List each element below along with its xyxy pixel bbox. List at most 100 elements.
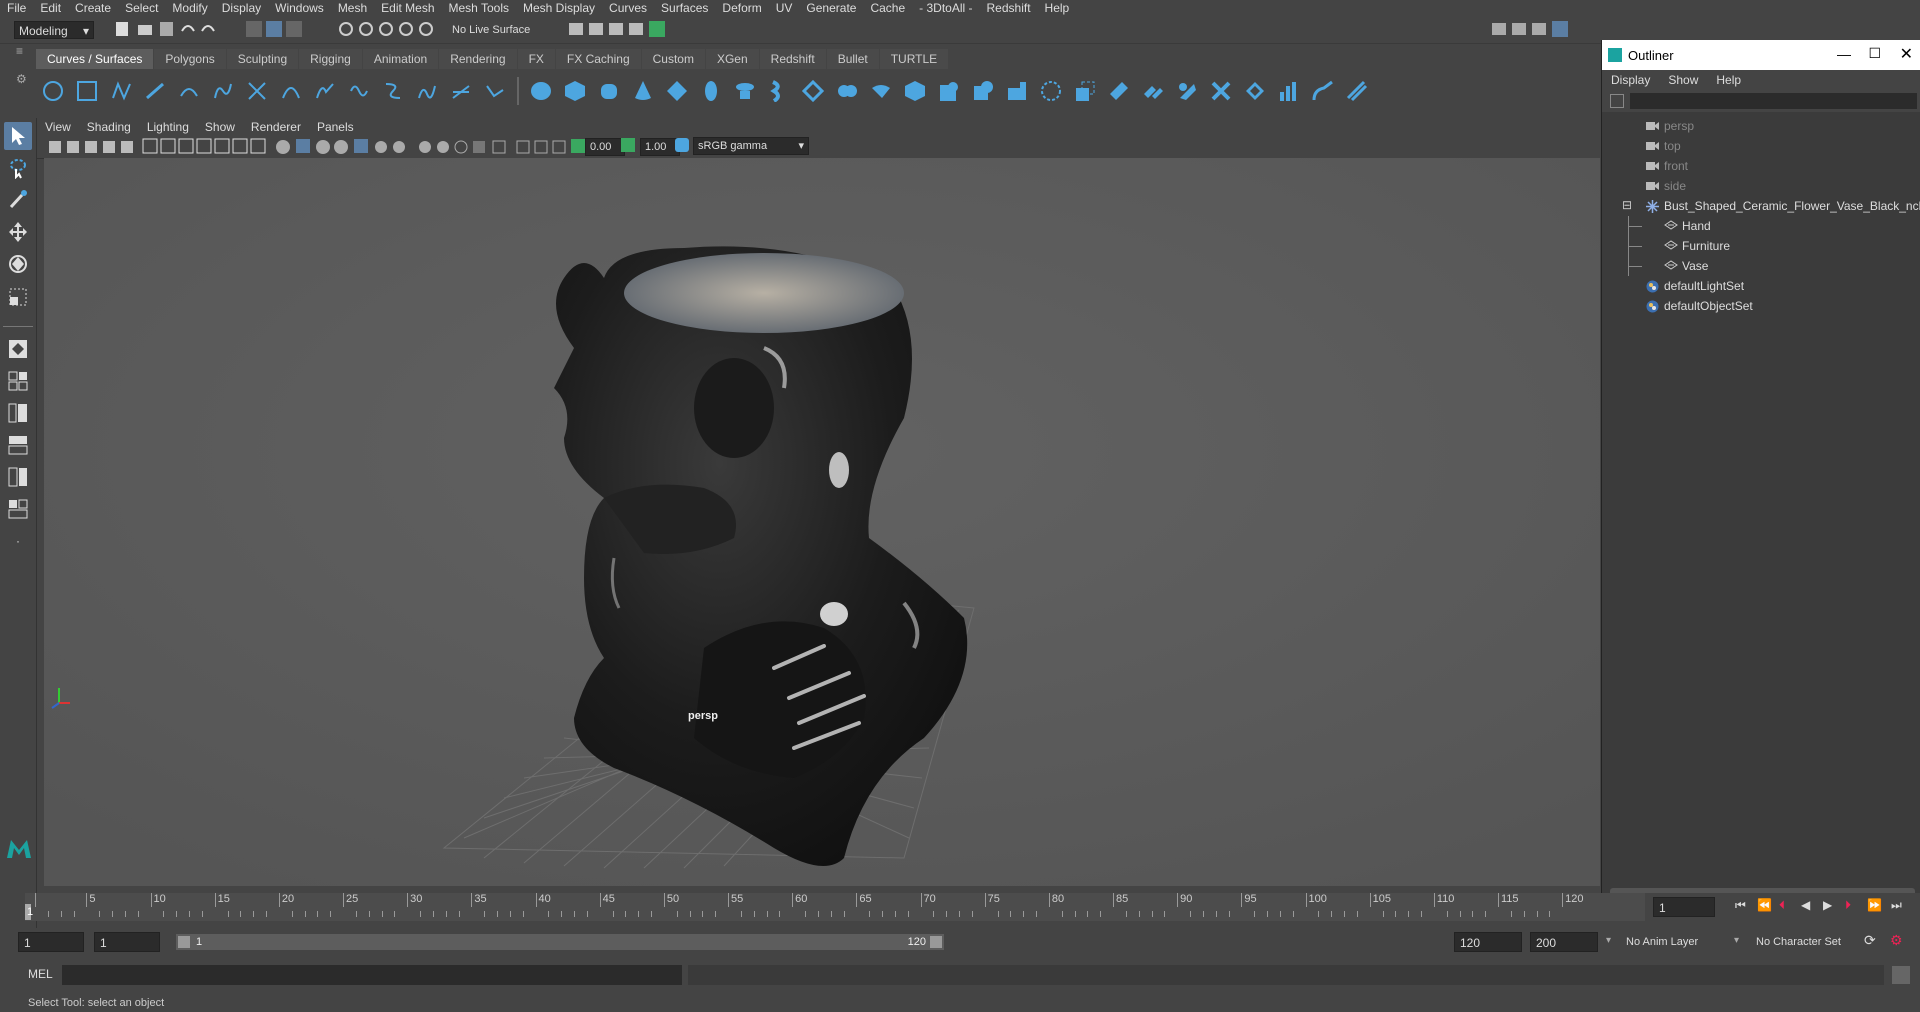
- shelf-tab-sculpting[interactable]: Sculpting: [226, 49, 299, 69]
- play-forwards-icon[interactable]: ▶: [1823, 898, 1832, 912]
- outliner-item[interactable]: ⊟ Bust_Shaped_Ceramic_Flower_Vase_Black_n…: [1602, 196, 1920, 216]
- nurbs-circle-icon[interactable]: [41, 79, 65, 103]
- insert-knot-icon[interactable]: [347, 79, 371, 103]
- outliner-search-input[interactable]: [1630, 93, 1917, 109]
- menu-3dtoall[interactable]: - 3DtoAll -: [912, 0, 979, 17]
- bevel-plus-icon[interactable]: [903, 79, 927, 103]
- menu-modify[interactable]: Modify: [165, 0, 214, 17]
- menu-curves[interactable]: Curves: [602, 0, 654, 17]
- workspace-dropdown[interactable]: Modeling ▾: [14, 21, 94, 39]
- shelf-tab-rigging[interactable]: Rigging: [299, 49, 362, 69]
- filter-icon[interactable]: [1610, 94, 1624, 108]
- scale-tool-icon[interactable]: [4, 282, 32, 310]
- range-end-handle[interactable]: [930, 936, 942, 948]
- square-surface-icon[interactable]: [971, 79, 995, 103]
- attach-surfaces-icon[interactable]: [1141, 79, 1165, 103]
- panel-menu-show[interactable]: Show: [197, 120, 243, 134]
- menu-generate[interactable]: Generate: [799, 0, 863, 17]
- go-to-start-icon[interactable]: ⏮: [1735, 898, 1746, 913]
- time-slider[interactable]: 5 10 15 20 25 30 35 40 45 50 55 60 65 70 75 80 85 90 95 100…: [25, 893, 1645, 921]
- outliner-item[interactable]: Vase: [1602, 256, 1920, 276]
- perspective-viewport[interactable]: persp: [44, 158, 1600, 886]
- menu-mesh-tools[interactable]: Mesh Tools: [442, 0, 516, 17]
- project-curve-icon[interactable]: [1039, 79, 1063, 103]
- intersect-icon[interactable]: [1005, 79, 1029, 103]
- shelf-tab-xgen[interactable]: XGen: [705, 49, 759, 69]
- current-frame-field[interactable]: 1: [1653, 897, 1715, 917]
- chevron-down-icon[interactable]: ▾: [1606, 935, 1611, 946]
- outliner-menu-show[interactable]: Show: [1659, 73, 1707, 87]
- outliner-item[interactable]: Furniture: [1602, 236, 1920, 256]
- menu-create[interactable]: Create: [68, 0, 118, 17]
- script-type-label[interactable]: MEL: [28, 967, 53, 981]
- outliner-menu-help[interactable]: Help: [1707, 73, 1750, 87]
- outliner-item[interactable]: persp: [1602, 116, 1920, 136]
- exposure-field[interactable]: 0.00: [585, 138, 625, 156]
- go-to-end-icon[interactable]: ⏭: [1891, 898, 1902, 913]
- outliner-item[interactable]: defaultObjectSet: [1602, 296, 1920, 316]
- boundary-icon[interactable]: [937, 79, 961, 103]
- step-forward-frame-icon[interactable]: ⏵: [1845, 898, 1851, 913]
- cv-curve-icon[interactable]: [109, 79, 133, 103]
- open-close-icon[interactable]: [1209, 79, 1233, 103]
- gamma-field[interactable]: 1.00: [640, 138, 680, 156]
- script-editor-icon[interactable]: [1892, 966, 1910, 984]
- pencil-curve-icon[interactable]: [177, 79, 201, 103]
- outliner-item[interactable]: side: [1602, 176, 1920, 196]
- shelf-tab-rendering[interactable]: Rendering: [439, 49, 517, 69]
- range-slider[interactable]: 1 120: [176, 934, 944, 950]
- outliner-item[interactable]: top: [1602, 136, 1920, 156]
- shelf-settings-icon[interactable]: ⚙: [16, 72, 28, 86]
- shelf-menu-icon[interactable]: ≡: [16, 44, 28, 58]
- paint-select-icon[interactable]: [4, 186, 32, 214]
- file-icons[interactable]: [112, 19, 222, 39]
- nurbs-plane-icon[interactable]: [665, 79, 689, 103]
- detach-curves-icon[interactable]: [313, 79, 337, 103]
- hypershade-layout-icon[interactable]: [4, 463, 32, 491]
- nurbs-cylinder-icon[interactable]: [597, 79, 621, 103]
- play-backwards-icon[interactable]: ◀: [1801, 898, 1810, 912]
- menu-surfaces[interactable]: Surfaces: [654, 0, 715, 17]
- color-management-icon[interactable]: [675, 138, 689, 152]
- attach-curves-icon[interactable]: [279, 79, 303, 103]
- minimize-icon[interactable]: —: [1837, 46, 1851, 62]
- menu-select[interactable]: Select: [118, 0, 165, 17]
- chevron-down-icon[interactable]: ▾: [1734, 935, 1739, 946]
- nurbs-cube-icon[interactable]: [563, 79, 587, 103]
- extend-curve-icon[interactable]: [381, 79, 405, 103]
- menu-uv[interactable]: UV: [769, 0, 800, 17]
- nurbs-sphere-icon[interactable]: [529, 79, 553, 103]
- shelf-tab-bullet[interactable]: Bullet: [826, 49, 879, 69]
- menu-mesh-display[interactable]: Mesh Display: [516, 0, 602, 17]
- close-icon[interactable]: ✕: [1900, 44, 1913, 64]
- live-surface-label[interactable]: No Live Surface: [452, 21, 532, 39]
- nurbs-cone-icon[interactable]: [631, 79, 655, 103]
- shelf-tab-custom[interactable]: Custom: [641, 49, 705, 69]
- toolbox-more-icon[interactable]: ·: [4, 527, 32, 555]
- persp-graph-layout-icon[interactable]: [4, 431, 32, 459]
- move-tool-icon[interactable]: [4, 218, 32, 246]
- playback-start-field[interactable]: 1: [94, 932, 160, 952]
- menu-display[interactable]: Display: [215, 0, 268, 17]
- shelf-tab-animation[interactable]: Animation: [362, 49, 439, 69]
- insert-isoparm-icon[interactable]: [1277, 79, 1301, 103]
- extend-surface-icon[interactable]: [1311, 79, 1335, 103]
- menu-mesh[interactable]: Mesh: [331, 0, 374, 17]
- gamma-toggle-icon[interactable]: [621, 138, 635, 152]
- menu-edit-mesh[interactable]: Edit Mesh: [374, 0, 441, 17]
- playback-end-field[interactable]: 120: [1454, 932, 1522, 952]
- snap-icons[interactable]: [336, 19, 446, 39]
- character-set-dropdown[interactable]: No Character Set: [1756, 932, 1856, 952]
- panel-menu-view[interactable]: View: [37, 120, 79, 134]
- four-view-layout-icon[interactable]: [4, 367, 32, 395]
- loft-icon[interactable]: [767, 79, 791, 103]
- ep-curve-icon[interactable]: [143, 79, 167, 103]
- shelf-tab-curves-surfaces[interactable]: Curves / Surfaces: [36, 49, 154, 69]
- untrim-icon[interactable]: [1107, 79, 1131, 103]
- extrude-icon[interactable]: [835, 79, 859, 103]
- outliner-item[interactable]: defaultLightSet: [1602, 276, 1920, 296]
- panel-menu-lighting[interactable]: Lighting: [139, 120, 197, 134]
- persp-outliner-layout-icon[interactable]: [4, 495, 32, 523]
- outliner-item[interactable]: front: [1602, 156, 1920, 176]
- end-time-field[interactable]: 200: [1530, 932, 1598, 952]
